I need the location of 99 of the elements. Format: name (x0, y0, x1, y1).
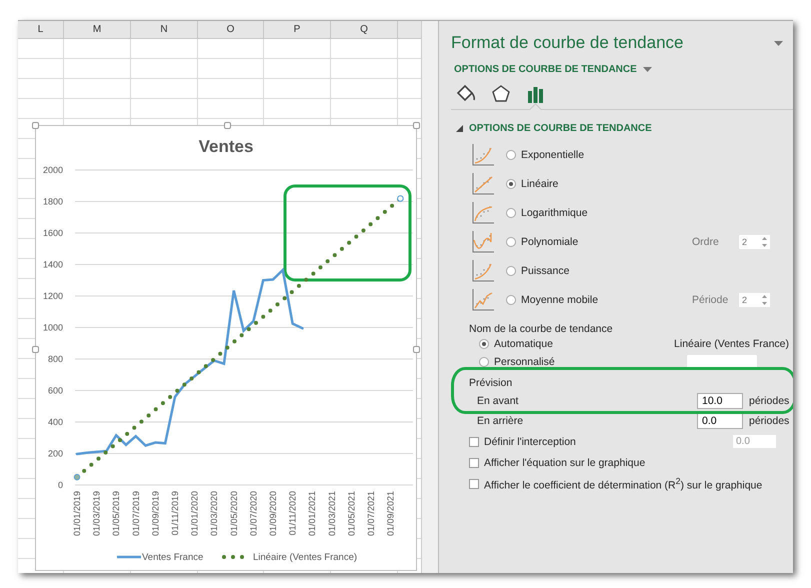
axis-label: 01/07/2021 (366, 491, 376, 536)
column-header[interactable]: L (18, 21, 64, 38)
axis-label: 400 (48, 417, 63, 427)
option-label: Polynomiale (521, 236, 578, 248)
data-line[interactable] (76, 267, 304, 456)
axis-label: 01/11/2020 (288, 491, 298, 536)
input-field[interactable]: 0.0 (733, 435, 776, 448)
pentagon-icon[interactable] (490, 84, 512, 104)
column-header[interactable]: O (198, 21, 264, 38)
option-label: Exponentielle (521, 148, 584, 160)
axis-label: 01/11/2019 (170, 491, 180, 536)
trend-line[interactable] (74, 195, 404, 480)
axis-label: 01/01/2021 (307, 491, 318, 536)
axis-label: 2000 (42, 165, 63, 175)
axis-label: 1200 (42, 291, 63, 301)
axis-label: 01/09/2021 (386, 491, 396, 536)
input-field[interactable]: 0.0 (697, 413, 743, 429)
section-header[interactable]: OPTIONS DE COURBE DE TENDANCE (451, 123, 789, 134)
resize-handle[interactable] (413, 122, 420, 129)
column-header[interactable]: Q (331, 21, 398, 38)
column-header[interactable]: M (64, 21, 131, 38)
radio-button[interactable] (479, 357, 489, 367)
axis-label: 01/07/2020 (248, 491, 258, 536)
pane-title: Format de courbe de tendance (451, 33, 684, 53)
axis-label: 01/09/2019 (150, 491, 160, 536)
column-header[interactable]: N (131, 21, 198, 38)
option-label: Automatique (494, 338, 553, 350)
checkbox[interactable] (469, 436, 479, 446)
collapse-icon[interactable] (456, 125, 463, 132)
radio-button[interactable] (506, 178, 516, 188)
trendline-icon (471, 172, 495, 196)
option-label: Puissance (521, 264, 570, 276)
trendline-icon (471, 200, 495, 224)
option-label: Définir l'interception (484, 436, 576, 448)
spin-field[interactable]: 2 (739, 292, 770, 306)
axis-label: 1600 (42, 228, 63, 238)
axis-label: 1000 (42, 322, 63, 332)
axis-label: 01/07/2019 (130, 491, 141, 536)
axis-label: 01/01/2020 (190, 491, 200, 536)
resize-handle[interactable] (413, 346, 420, 353)
axis-label: 200 (48, 448, 63, 458)
radio-button[interactable] (479, 339, 489, 349)
axis-label: 01/01/2019 (72, 491, 82, 536)
section-dropdown[interactable]: OPTIONS DE COURBE DE TENDANCE (451, 64, 652, 75)
paint-bucket-icon[interactable] (455, 84, 477, 104)
spinner-arrows-icon[interactable] (762, 236, 767, 248)
resize-handle[interactable] (32, 122, 39, 129)
dropdown-icon[interactable] (642, 67, 652, 72)
radio-button[interactable] (506, 294, 516, 304)
field-label: En avant (477, 395, 520, 407)
legend-line-icon (117, 556, 141, 558)
axis-label: 01/05/2020 (228, 491, 239, 536)
field-label: En arrière (477, 415, 524, 427)
option-label: Logarithmique (521, 206, 588, 218)
axis-label: 800 (48, 354, 63, 364)
field-label: Période (692, 294, 730, 306)
resize-handle[interactable] (224, 122, 231, 129)
section-label: Prévision (469, 376, 514, 391)
option-label: Moyenne mobile (521, 294, 598, 306)
axis-label: 1400 (42, 260, 63, 270)
unit-label: périodes (749, 395, 789, 407)
column-header[interactable]: P (264, 21, 331, 38)
spinner-arrows-icon[interactable] (762, 294, 767, 306)
option-label: Afficher l'équation sur le graphique (484, 456, 646, 468)
axis-label: 01/03/2021 (326, 491, 337, 536)
trendline-icon (471, 258, 495, 282)
axis-label: 01/05/2021 (346, 491, 356, 536)
axis-label: 01/03/2019 (92, 491, 102, 536)
chart-area[interactable] (35, 125, 417, 571)
unit-label: périodes (749, 415, 789, 427)
trendline-icon (471, 230, 495, 254)
scrollbar[interactable] (421, 21, 439, 573)
section-label: Nom de la courbe de tendance (468, 323, 614, 335)
legend-label: Ventes France (142, 552, 204, 563)
radio-button[interactable] (506, 208, 516, 218)
legend-label: Linéaire (Ventes France) (253, 552, 358, 563)
chart-title: Ventes (198, 137, 254, 156)
option-label: Personnalisé (494, 356, 555, 368)
resize-handle[interactable] (32, 346, 39, 353)
axis-label: 600 (48, 386, 63, 396)
trendline-name: Linéaire (Ventes France) (674, 338, 789, 350)
radio-button[interactable] (506, 266, 516, 276)
dropdown-icon[interactable] (774, 40, 783, 46)
radio-button[interactable] (506, 236, 516, 246)
input-field[interactable]: 10.0 (697, 393, 743, 409)
axis-label: 0 (58, 480, 63, 490)
checkbox[interactable] (469, 478, 479, 488)
option-label: Afficher le coefficient de détermination (R$^{2}$) sur le graphique (484, 476, 762, 492)
axis-label: 1800 (42, 196, 63, 206)
spin-field[interactable]: 2 (739, 234, 770, 248)
moving-average-icon (471, 288, 495, 312)
option-label: Linéaire (521, 178, 558, 190)
checkbox[interactable] (469, 458, 479, 468)
axis-label: 01/09/2020 (268, 491, 278, 536)
trendline-icon (471, 142, 495, 166)
radio-button[interactable] (506, 150, 516, 160)
axis-label: 01/05/2019 (111, 491, 122, 536)
field-label: Ordre (692, 236, 720, 248)
axis-label: 01/03/2020 (209, 491, 220, 536)
